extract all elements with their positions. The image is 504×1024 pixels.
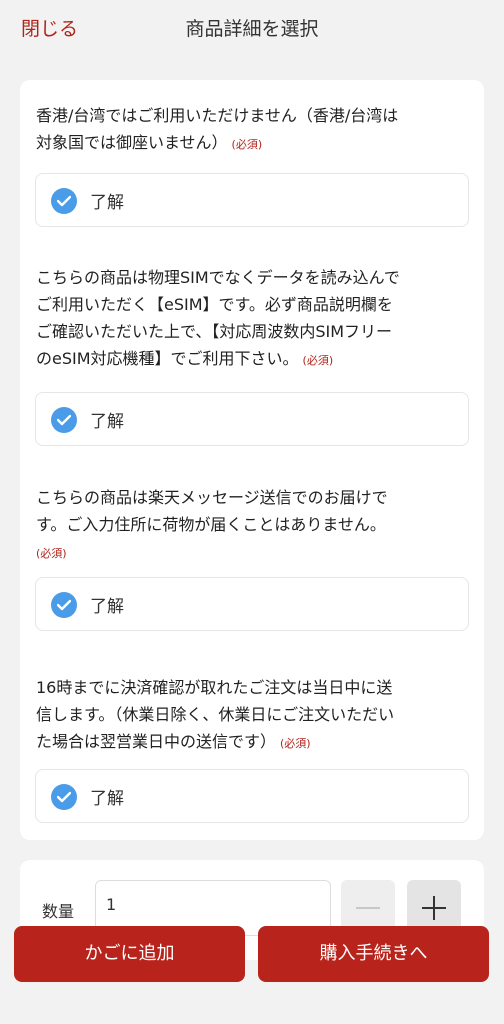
question-line: ご確認いただいた上で、【対応周波数内SIMフリー	[36, 322, 393, 341]
option-agree[interactable]: 了解	[35, 173, 469, 227]
options-card: 香港/台湾ではご利用いただけません（香港/台湾は 対象国では御座いません） (必須…	[20, 80, 484, 840]
checkout-button[interactable]: 購入手続きへ	[258, 926, 489, 982]
question-line: た場合は翌営業日中の送信です）	[36, 732, 277, 751]
question-line: 信します。（休業日除く、休業日にご注文いただい	[36, 705, 395, 724]
option-label: 了解	[90, 412, 124, 432]
plus-icon-vertical	[433, 896, 435, 920]
option-agree[interactable]: 了解	[35, 577, 469, 631]
minus-icon	[356, 907, 380, 909]
option-label: 了解	[90, 597, 124, 617]
checkmark-icon	[51, 592, 77, 618]
checkmark-icon	[51, 407, 77, 433]
header: 閉じる 商品詳細を選択	[0, 0, 504, 52]
question-text: 16時までに決済確認が取れたご注文は当日中に送 信します。（休業日除く、休業日に…	[36, 674, 468, 757]
question-text: こちらの商品は楽天メッセージ送信でのお届けで す。ご入力住所に荷物が届くことはあ…	[36, 484, 468, 567]
checkmark-icon	[51, 188, 77, 214]
question-line: す。ご入力住所に荷物が届くことはありません。	[36, 515, 386, 534]
question-line: こちらの商品は物理SIMでなくデータを読み込んで	[36, 268, 400, 287]
required-mark: (必須)	[302, 354, 334, 367]
question-text: こちらの商品は物理SIMでなくデータを読み込んで ご利用いただく【eSIM】です…	[36, 264, 468, 374]
question-line: ご利用いただく【eSIM】です。必ず商品説明欄を	[36, 295, 393, 314]
option-agree[interactable]: 了解	[35, 392, 469, 446]
add-to-cart-button[interactable]: かごに追加	[14, 926, 245, 982]
question-line: 対象国では御座いません）	[36, 133, 228, 152]
required-mark: (必須)	[231, 138, 263, 151]
option-agree[interactable]: 了解	[35, 769, 469, 823]
quantity-label: 数量	[42, 902, 75, 921]
question-line: 香港/台湾ではご利用いただけません（香港/台湾は	[36, 106, 399, 125]
question-line: こちらの商品は楽天メッセージ送信でのお届けで	[36, 488, 388, 507]
required-mark: (必須)	[280, 737, 311, 750]
option-label: 了解	[90, 193, 124, 213]
checkmark-icon	[51, 784, 77, 810]
required-mark: (必須)	[36, 547, 67, 560]
question-text: 香港/台湾ではご利用いただけません（香港/台湾は 対象国では御座いません） (必須…	[36, 102, 468, 158]
option-label: 了解	[90, 789, 124, 809]
question-line: のeSIM対応機種】でご利用下さい。	[36, 349, 299, 368]
question-line: 16時までに決済確認が取れたご注文は当日中に送	[36, 678, 393, 697]
page-title: 商品詳細を選択	[185, 18, 319, 40]
